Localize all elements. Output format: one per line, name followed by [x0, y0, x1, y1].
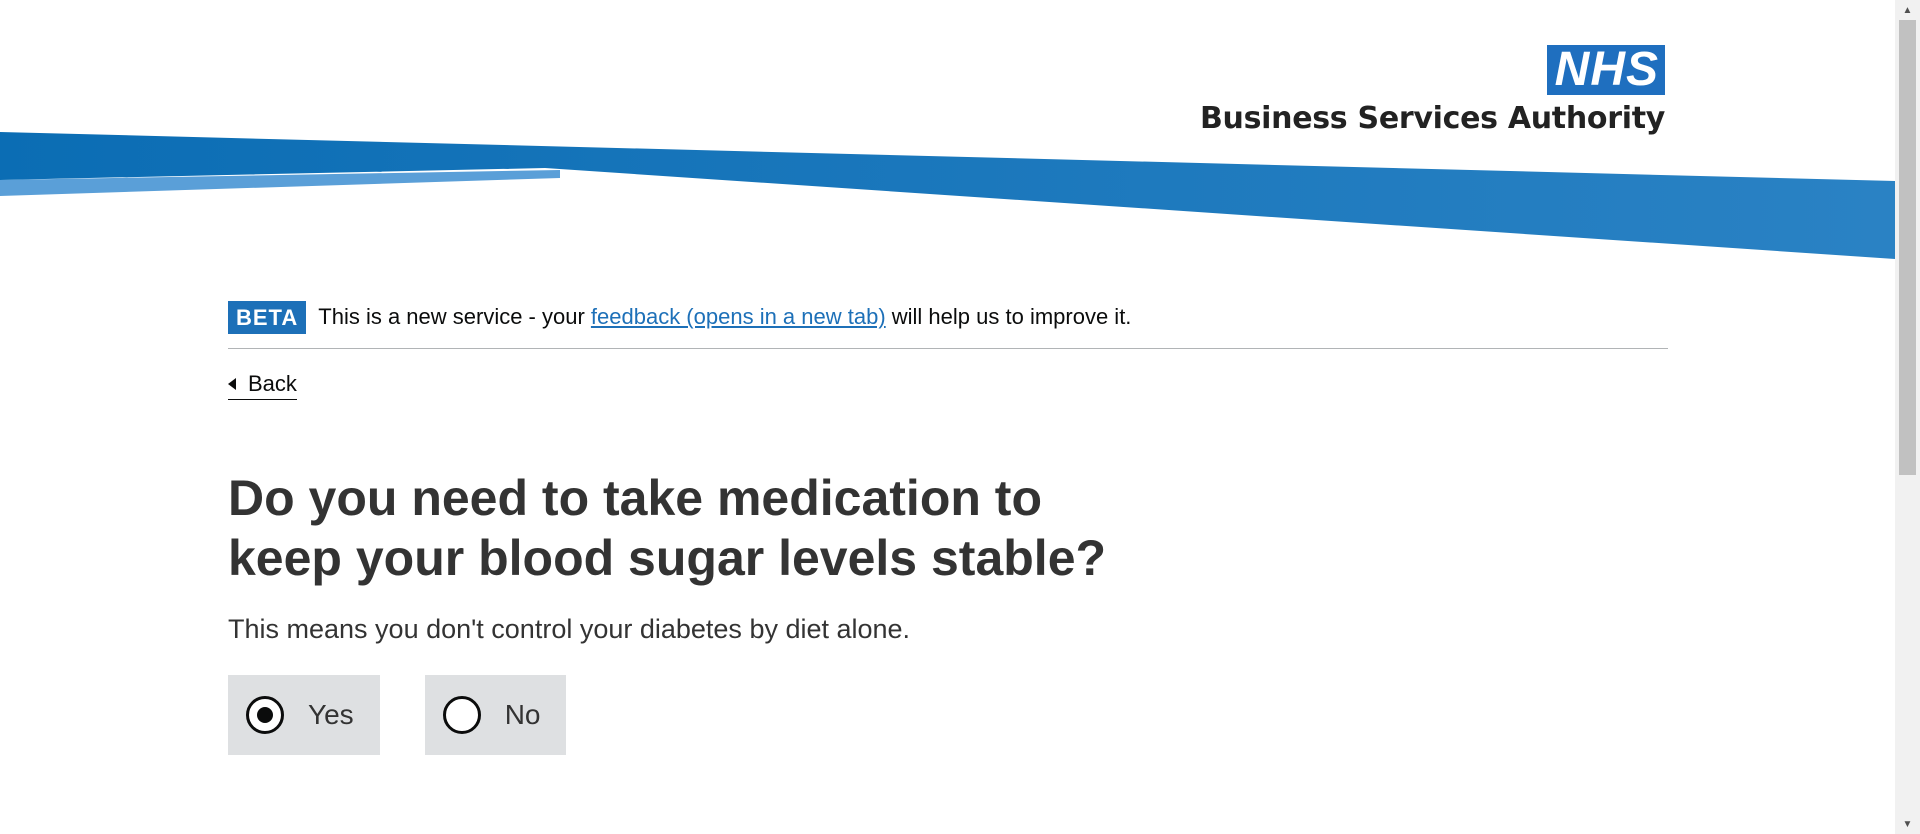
radio-selected-dot [257, 707, 273, 723]
radio-label-no: No [504, 699, 541, 730]
chevron-down-icon[interactable]: ▼ [1895, 814, 1920, 834]
phase-banner-text: This is a new service - your feedback (o… [318, 304, 1131, 330]
page: NHS Business Services Authority BETA Thi… [0, 0, 1920, 834]
radio-label-yes: Yes [308, 699, 354, 730]
radio-option-no[interactable]: No [424, 675, 567, 755]
feedback-link[interactable]: feedback (opens in a new tab) [591, 304, 886, 329]
vertical-scrollbar[interactable]: ▲ ▼ [1895, 0, 1920, 834]
chevron-up-icon[interactable]: ▲ [1895, 0, 1920, 20]
swoosh-main-band [0, 132, 1895, 259]
phase-banner: BETA This is a new service - your feedba… [228, 300, 1668, 349]
question-hint: This means you don't control your diabet… [228, 614, 911, 644]
radio-button-yes[interactable] [246, 696, 284, 734]
beta-tag: BETA [228, 300, 307, 334]
main-content: BETA This is a new service - your feedba… [228, 300, 1668, 755]
site-header: NHS Business Services Authority [0, 0, 1895, 270]
radio-group: Yes No [228, 675, 1668, 755]
back-link-label: Back [248, 371, 297, 396]
phase-text-before: This is a new service - your [318, 304, 591, 329]
org-name: Business Services Authority [1199, 101, 1665, 136]
scrollbar-thumb[interactable] [1899, 20, 1916, 475]
nhs-logo-mark: NHS [1546, 45, 1665, 95]
back-link[interactable]: Back [228, 371, 297, 400]
chevron-left-icon [228, 378, 236, 390]
radio-option-yes[interactable]: Yes [228, 675, 380, 755]
radio-button-no[interactable] [442, 696, 481, 734]
question-heading: Do you need to take medication to keep y… [228, 470, 1107, 586]
phase-text-after: will help us to improve it. [885, 304, 1132, 329]
nhsbsa-logo[interactable]: NHS Business Services Authority [1199, 45, 1665, 137]
